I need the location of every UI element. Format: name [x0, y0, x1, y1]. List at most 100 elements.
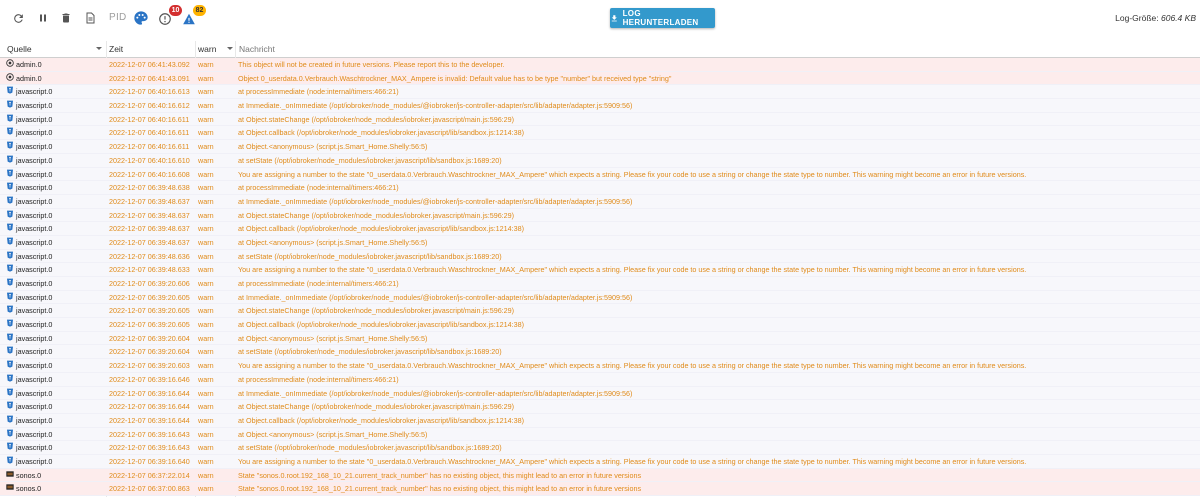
table-row[interactable]: javascript.0 2022-12-07 06:39:48.636 warn a… — [0, 249, 1200, 264]
table-row[interactable]: javascript.0 2022-12-07 06:39:48.637 warn a… — [0, 208, 1200, 223]
row-time: 2022-12-07 06:39:16.640 — [109, 456, 190, 466]
level-filter-select[interactable]: warn — [198, 44, 216, 54]
table-row[interactable]: javascript.0 2022-12-07 06:39:16.643 warn a… — [0, 427, 1200, 442]
message-filter-input[interactable]: Nachricht — [239, 44, 275, 54]
table-row[interactable]: javascript.0 2022-12-07 06:40:16.608 warn Y… — [0, 167, 1200, 182]
row-source-label: javascript.0 — [16, 279, 53, 288]
table-row[interactable]: javascript.0 2022-12-07 06:39:20.605 warn a… — [0, 318, 1200, 332]
table-row[interactable]: admin.0 2022-12-07 06:41:43.092 warn This o… — [0, 58, 1200, 72]
table-row[interactable]: javascript.0 2022-12-07 06:40:16.611 warn a… — [0, 112, 1200, 127]
row-source: sonos.0 — [6, 482, 41, 496]
table-row[interactable]: javascript.0 2022-12-07 06:39:16.643 warn a… — [0, 441, 1200, 455]
table-row[interactable]: javascript.0 2022-12-07 06:39:48.633 warn Y… — [0, 263, 1200, 277]
table-row[interactable]: javascript.0 2022-12-07 06:39:48.637 warn a… — [0, 222, 1200, 236]
row-source-label: javascript.0 — [16, 101, 53, 111]
error-filter-button[interactable]: 10 — [158, 5, 182, 29]
row-message: at Object.stateChange (/opt/iobroker/nod… — [238, 210, 515, 220]
table-row[interactable]: sonos.0 2022-12-07 06:37:22.014 warn State … — [0, 468, 1200, 483]
table-row[interactable]: javascript.0 2022-12-07 06:39:16.640 warn Y… — [0, 454, 1200, 469]
palette-icon[interactable] — [133, 10, 149, 26]
level-column-header: warn — [198, 44, 217, 54]
table-row[interactable]: javascript.0 2022-12-07 06:39:16.644 warn a… — [0, 386, 1200, 401]
row-source-label: javascript.0 — [16, 429, 53, 439]
table-row[interactable]: javascript.0 2022-12-07 06:40:16.612 warn a… — [0, 99, 1200, 113]
table-row[interactable]: javascript.0 2022-12-07 06:39:20.605 warn a… — [0, 304, 1200, 319]
row-source: javascript.0 — [6, 126, 52, 140]
row-source: javascript.0 — [6, 359, 52, 373]
table-row[interactable]: javascript.0 2022-12-07 06:40:16.611 warn a… — [0, 140, 1200, 154]
row-message: Object 0_userdata.0.Verbrauch.Waschtrock… — [238, 73, 672, 83]
row-message: at Object.stateChange (/opt/iobroker/nod… — [238, 114, 515, 124]
javascript-icon — [6, 414, 14, 428]
table-row[interactable]: javascript.0 2022-12-07 06:40:16.610 warn a… — [0, 153, 1200, 168]
row-source-label: javascript.0 — [16, 183, 53, 193]
table-row[interactable]: javascript.0 2022-12-07 06:40:16.611 warn a… — [0, 126, 1200, 141]
table-row[interactable]: javascript.0 2022-12-07 06:39:48.637 warn a… — [0, 235, 1200, 250]
table-row[interactable]: javascript.0 2022-12-07 06:39:20.603 warn Y… — [0, 359, 1200, 373]
row-source: javascript.0 — [6, 154, 52, 168]
source-dropdown-icon[interactable] — [96, 47, 102, 50]
row-source: javascript.0 — [6, 99, 52, 113]
trash-icon[interactable] — [56, 8, 76, 28]
table-row[interactable]: javascript.0 2022-12-07 06:39:16.644 warn a… — [0, 413, 1200, 428]
row-message: You are assigning a number to the state … — [238, 265, 1027, 275]
row-source: javascript.0 — [6, 318, 52, 332]
row-source: javascript.0 — [6, 195, 52, 209]
javascript-icon — [6, 359, 14, 373]
row-source: javascript.0 — [6, 140, 52, 154]
row-message: at Immediate._onImmediate (/opt/iobroker… — [238, 196, 633, 206]
row-message: at Object.callback (/opt/iobroker/node_m… — [238, 224, 525, 234]
pause-icon[interactable] — [33, 8, 53, 28]
row-message: You are assigning a number to the state … — [238, 169, 1027, 179]
source-column-header: Quelle — [7, 44, 32, 54]
table-row[interactable]: javascript.0 2022-12-07 06:39:48.637 warn a… — [0, 194, 1200, 209]
row-source-label: javascript.0 — [16, 320, 53, 330]
row-source-label: sonos.0 — [16, 470, 42, 480]
table-row[interactable]: javascript.0 2022-12-07 06:39:20.605 warn a… — [0, 290, 1200, 305]
javascript-icon — [6, 181, 14, 195]
warning-filter-button[interactable]: 82 — [182, 5, 206, 29]
row-time: 2022-12-07 06:41:43.092 — [109, 60, 190, 69]
javascript-icon — [6, 195, 14, 209]
table-row[interactable]: admin.0 2022-12-07 06:41:43.091 warn Object… — [0, 71, 1200, 86]
table-row[interactable]: javascript.0 2022-12-07 06:40:16.613 warn a… — [0, 85, 1200, 100]
log-table-body: admin.0 2022-12-07 06:41:43.092 warn This o… — [0, 58, 1200, 496]
javascript-icon — [6, 291, 14, 305]
download-log-button[interactable]: LOG HERUNTERLADEN — [610, 8, 715, 28]
javascript-icon — [6, 277, 14, 291]
row-time: 2022-12-07 06:39:48.637 — [109, 196, 190, 206]
error-count-badge: 10 — [169, 5, 182, 16]
row-source: admin.0 — [6, 58, 42, 72]
row-source-label: javascript.0 — [16, 347, 53, 357]
source-filter-select[interactable]: Quelle — [7, 44, 32, 54]
log-size: Log-Größe: 606.4 KB — [1115, 13, 1196, 23]
pid-toggle[interactable]: PID — [109, 12, 127, 23]
javascript-icon — [6, 263, 14, 277]
refresh-icon[interactable] — [8, 8, 28, 28]
table-row[interactable]: javascript.0 2022-12-07 06:39:16.646 warn a… — [0, 372, 1200, 387]
row-level: warn — [198, 265, 214, 275]
row-source: javascript.0 — [6, 455, 52, 469]
row-level: warn — [198, 429, 214, 439]
row-time: 2022-12-07 06:39:48.638 — [109, 183, 190, 193]
table-row[interactable]: javascript.0 2022-12-07 06:39:48.638 warn a… — [0, 181, 1200, 195]
table-row[interactable]: javascript.0 2022-12-07 06:39:20.604 warn a… — [0, 331, 1200, 346]
table-row[interactable]: javascript.0 2022-12-07 06:39:20.606 warn a… — [0, 277, 1200, 291]
row-time: 2022-12-07 06:40:16.608 — [109, 169, 190, 179]
level-dropdown-icon[interactable] — [227, 47, 233, 50]
table-row[interactable]: sonos.0 2022-12-07 06:37:00.863 warn State … — [0, 482, 1200, 496]
row-level: warn — [198, 87, 214, 97]
row-level: warn — [198, 456, 214, 466]
row-message: at setState (/opt/iobroker/node_modules/… — [238, 347, 502, 357]
row-source-label: javascript.0 — [16, 210, 53, 220]
table-row[interactable]: javascript.0 2022-12-07 06:39:20.604 warn a… — [0, 345, 1200, 360]
row-time: 2022-12-07 06:39:20.606 — [109, 279, 190, 288]
sonos-icon — [6, 469, 14, 483]
row-message: at setState (/opt/iobroker/node_modules/… — [238, 251, 502, 261]
delete-file-icon[interactable] — [80, 8, 100, 28]
row-level: warn — [198, 292, 214, 302]
table-row[interactable]: javascript.0 2022-12-07 06:39:16.644 warn a… — [0, 400, 1200, 414]
row-message: at processImmediate (node:internal/timer… — [238, 183, 399, 193]
row-source-label: javascript.0 — [16, 456, 53, 466]
javascript-icon — [6, 209, 14, 223]
